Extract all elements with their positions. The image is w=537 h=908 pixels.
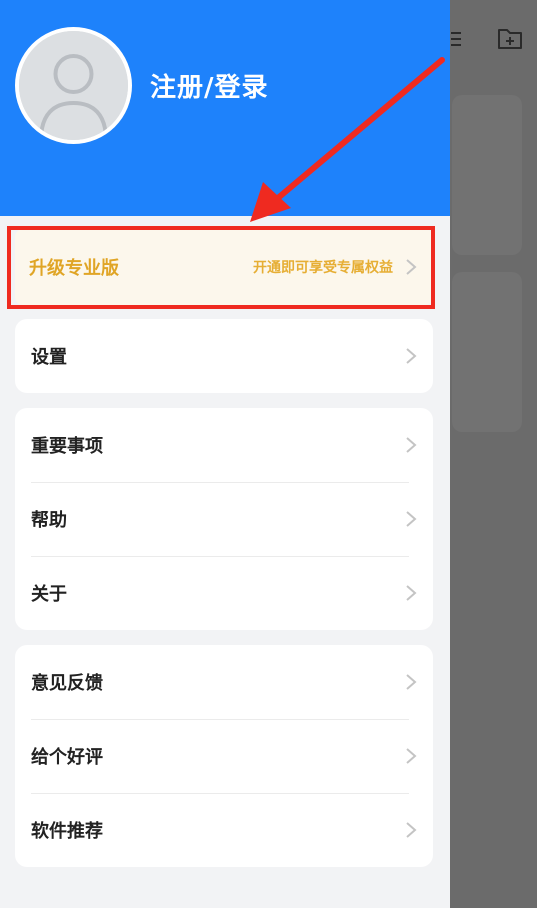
chevron-right-icon: [405, 821, 417, 839]
menu-group-settings: 设置: [15, 319, 433, 393]
user-avatar-icon: [19, 31, 128, 140]
navigation-drawer: 注册/登录 升级专业版 开通即可享受专属权益 设置 重要事项 帮助 关于 意见反…: [0, 0, 450, 908]
menu-item-recommend[interactable]: 软件推荐: [15, 793, 433, 867]
upgrade-pro-subtitle: 开通即可享受专属权益: [253, 260, 393, 276]
chevron-right-icon: [405, 510, 417, 528]
menu-item-label: 设置: [31, 347, 67, 368]
drawer-header: 注册/登录: [0, 0, 450, 216]
background-card: [452, 272, 522, 432]
chevron-right-icon: [405, 747, 417, 765]
menu-group-feedback: 意见反馈 给个好评 软件推荐: [15, 645, 433, 867]
chevron-right-icon: [405, 258, 417, 276]
new-folder-icon[interactable]: [497, 26, 523, 54]
menu-item-settings[interactable]: 设置: [15, 319, 433, 393]
menu-item-about[interactable]: 关于: [15, 556, 433, 630]
chevron-right-icon: [405, 436, 417, 454]
upgrade-pro-title: 升级专业版: [29, 258, 119, 279]
menu-item-label: 软件推荐: [31, 821, 103, 842]
avatar[interactable]: [15, 27, 132, 144]
upgrade-pro-row[interactable]: 升级专业版 开通即可享受专属权益: [15, 229, 433, 305]
login-register-link[interactable]: 注册/登录: [150, 67, 269, 104]
menu-item-label: 意见反馈: [31, 673, 103, 694]
menu-group-info: 重要事项 帮助 关于: [15, 408, 433, 630]
list-icon[interactable]: [449, 30, 463, 52]
background-card: [452, 95, 522, 255]
menu-item-label: 关于: [31, 584, 67, 605]
menu-item-help[interactable]: 帮助: [15, 482, 433, 556]
menu-item-feedback[interactable]: 意见反馈: [15, 645, 433, 719]
menu-item-important[interactable]: 重要事项: [15, 408, 433, 482]
menu-item-label: 重要事项: [31, 436, 103, 457]
chevron-right-icon: [405, 347, 417, 365]
chevron-right-icon: [405, 584, 417, 602]
menu-item-label: 给个好评: [31, 747, 103, 768]
menu-item-rate[interactable]: 给个好评: [15, 719, 433, 793]
chevron-right-icon: [405, 673, 417, 691]
menu-item-label: 帮助: [31, 510, 67, 531]
